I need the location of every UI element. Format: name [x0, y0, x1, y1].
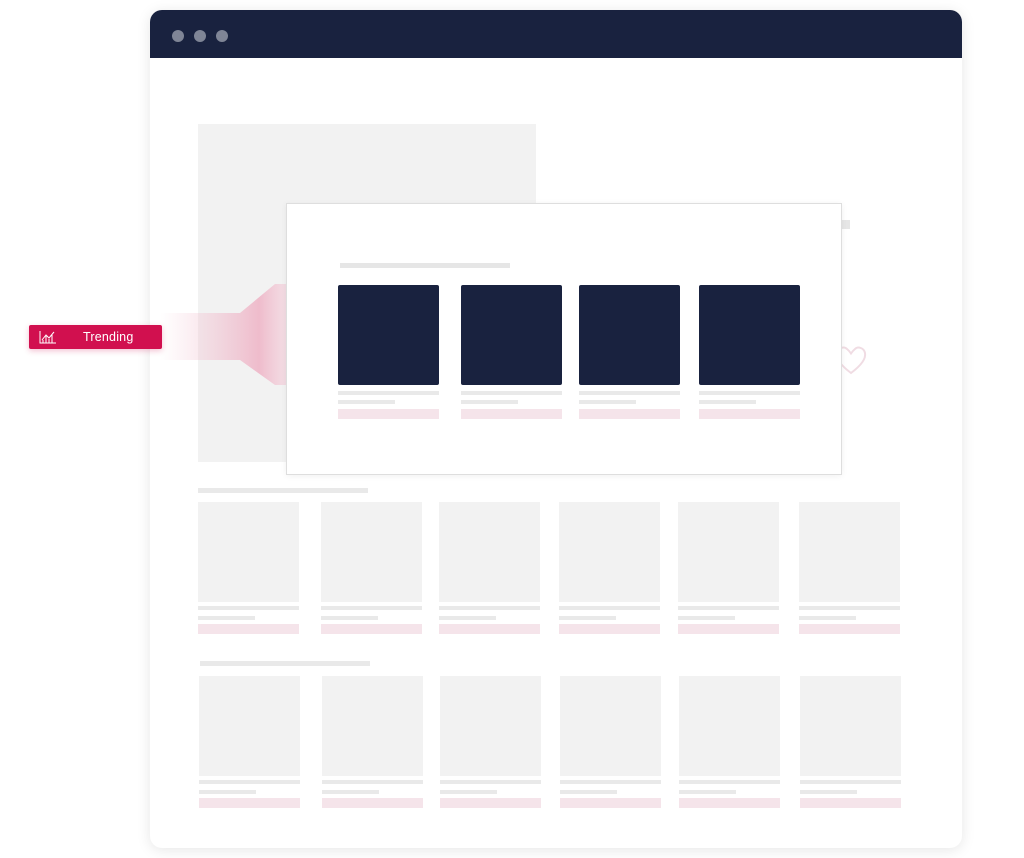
product-price-placeholder [800, 798, 901, 808]
trending-product-thumbnail[interactable] [461, 285, 562, 385]
trending-badge-label: Trending [83, 330, 134, 344]
section-title-placeholder [200, 661, 370, 666]
trending-chart-icon [39, 331, 56, 344]
product-price-placeholder [461, 409, 562, 419]
product-image-placeholder[interactable] [799, 502, 900, 602]
product-subtitle-placeholder [579, 400, 636, 404]
product-title-placeholder [199, 780, 300, 784]
product-subtitle-placeholder [439, 616, 496, 620]
product-price-placeholder [322, 798, 423, 808]
product-subtitle-placeholder [461, 400, 518, 404]
product-title-placeholder [461, 391, 562, 395]
product-subtitle-placeholder [678, 616, 735, 620]
product-subtitle-placeholder [440, 790, 497, 794]
product-image-placeholder[interactable] [679, 676, 780, 776]
product-price-placeholder [679, 798, 780, 808]
product-subtitle-placeholder [322, 790, 379, 794]
product-price-placeholder [799, 624, 900, 634]
product-image-placeholder[interactable] [678, 502, 779, 602]
product-title-placeholder [440, 780, 541, 784]
window-maximize-dot[interactable] [216, 30, 228, 42]
window-titlebar [150, 10, 962, 58]
product-subtitle-placeholder [199, 790, 256, 794]
product-title-placeholder [338, 391, 439, 395]
window-close-dot[interactable] [172, 30, 184, 42]
product-title-placeholder [560, 780, 661, 784]
product-price-placeholder [439, 624, 540, 634]
product-title-placeholder [198, 606, 299, 610]
product-image-placeholder[interactable] [199, 676, 300, 776]
window-minimize-dot[interactable] [194, 30, 206, 42]
product-price-placeholder [559, 624, 660, 634]
product-image-placeholder[interactable] [560, 676, 661, 776]
product-image-placeholder[interactable] [439, 502, 540, 602]
product-image-placeholder[interactable] [440, 676, 541, 776]
product-price-placeholder [560, 798, 661, 808]
product-title-placeholder [699, 391, 800, 395]
product-price-placeholder [199, 798, 300, 808]
product-image-placeholder[interactable] [198, 502, 299, 602]
trending-product-thumbnail[interactable] [699, 285, 800, 385]
product-title-placeholder [800, 780, 901, 784]
product-subtitle-placeholder [198, 616, 255, 620]
product-image-placeholder[interactable] [322, 676, 423, 776]
product-price-placeholder [321, 624, 422, 634]
product-title-placeholder [579, 391, 680, 395]
panel-title-placeholder [340, 263, 510, 268]
product-price-placeholder [579, 409, 680, 419]
product-price-placeholder [699, 409, 800, 419]
product-subtitle-placeholder [799, 616, 856, 620]
product-price-placeholder [338, 409, 439, 419]
product-price-placeholder [198, 624, 299, 634]
product-image-placeholder[interactable] [321, 502, 422, 602]
product-subtitle-placeholder [679, 790, 736, 794]
trending-product-thumbnail[interactable] [338, 285, 439, 385]
product-price-placeholder [440, 798, 541, 808]
section-title-placeholder [198, 488, 368, 493]
product-image-placeholder[interactable] [559, 502, 660, 602]
product-subtitle-placeholder [338, 400, 395, 404]
product-title-placeholder [322, 780, 423, 784]
product-subtitle-placeholder [559, 616, 616, 620]
product-subtitle-placeholder [321, 616, 378, 620]
trending-product-thumbnail[interactable] [579, 285, 680, 385]
product-title-placeholder [679, 780, 780, 784]
product-image-placeholder[interactable] [800, 676, 901, 776]
trending-badge[interactable]: Trending [29, 325, 162, 349]
product-subtitle-placeholder [800, 790, 857, 794]
product-title-placeholder [799, 606, 900, 610]
product-subtitle-placeholder [560, 790, 617, 794]
product-title-placeholder [439, 606, 540, 610]
product-price-placeholder [678, 624, 779, 634]
product-title-placeholder [559, 606, 660, 610]
product-title-placeholder [678, 606, 779, 610]
product-subtitle-placeholder [699, 400, 756, 404]
trending-products-panel [286, 203, 842, 475]
product-title-placeholder [321, 606, 422, 610]
